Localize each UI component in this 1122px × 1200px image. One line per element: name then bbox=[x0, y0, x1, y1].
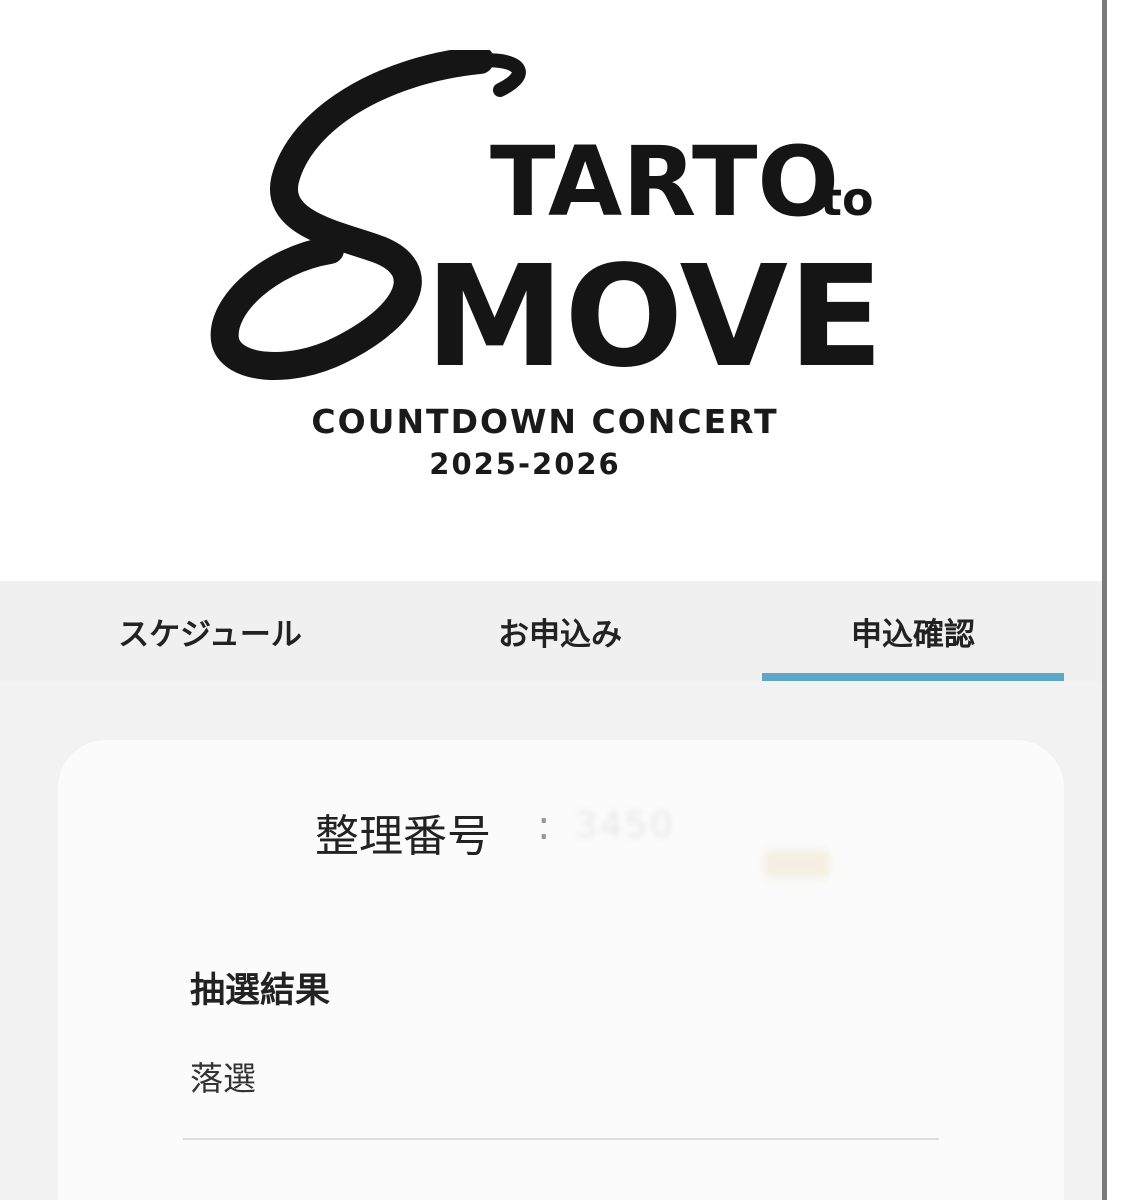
tab-apply[interactable]: お申込み bbox=[410, 581, 710, 681]
scrollbar[interactable] bbox=[1102, 0, 1107, 1200]
reference-number-value: 3450 bbox=[575, 805, 675, 846]
logo-to: to bbox=[820, 172, 874, 226]
logo-years: 2025-2026 bbox=[429, 447, 621, 481]
logo-mark: TARTO to MOVE bbox=[210, 50, 884, 399]
logo-tarto: TARTO bbox=[490, 126, 839, 238]
logo-subtitle: COUNTDOWN CONCERT bbox=[311, 402, 779, 441]
tab-application-confirm[interactable]: 申込確認 bbox=[762, 581, 1064, 681]
lottery-result-heading: 抽選結果 bbox=[190, 971, 331, 1011]
concert-logo: TARTO to MOVE COUNTDOWN CONCERT 2025-202… bbox=[180, 50, 910, 481]
page: TARTO to MOVE COUNTDOWN CONCERT 2025-202… bbox=[0, 0, 1122, 1200]
lottery-result-value: 落選 bbox=[190, 1059, 256, 1098]
reference-number-colon: : bbox=[537, 803, 551, 849]
logo-move: MOVE bbox=[425, 236, 884, 399]
reference-number-label: 整理番号 bbox=[315, 811, 491, 862]
tab-schedule[interactable]: スケジュール bbox=[55, 581, 365, 681]
active-tab-indicator bbox=[762, 673, 1064, 681]
tab-bar: スケジュール お申込み 申込確認 bbox=[0, 581, 1102, 681]
redaction-smudge bbox=[765, 850, 830, 878]
divider bbox=[183, 1138, 939, 1140]
